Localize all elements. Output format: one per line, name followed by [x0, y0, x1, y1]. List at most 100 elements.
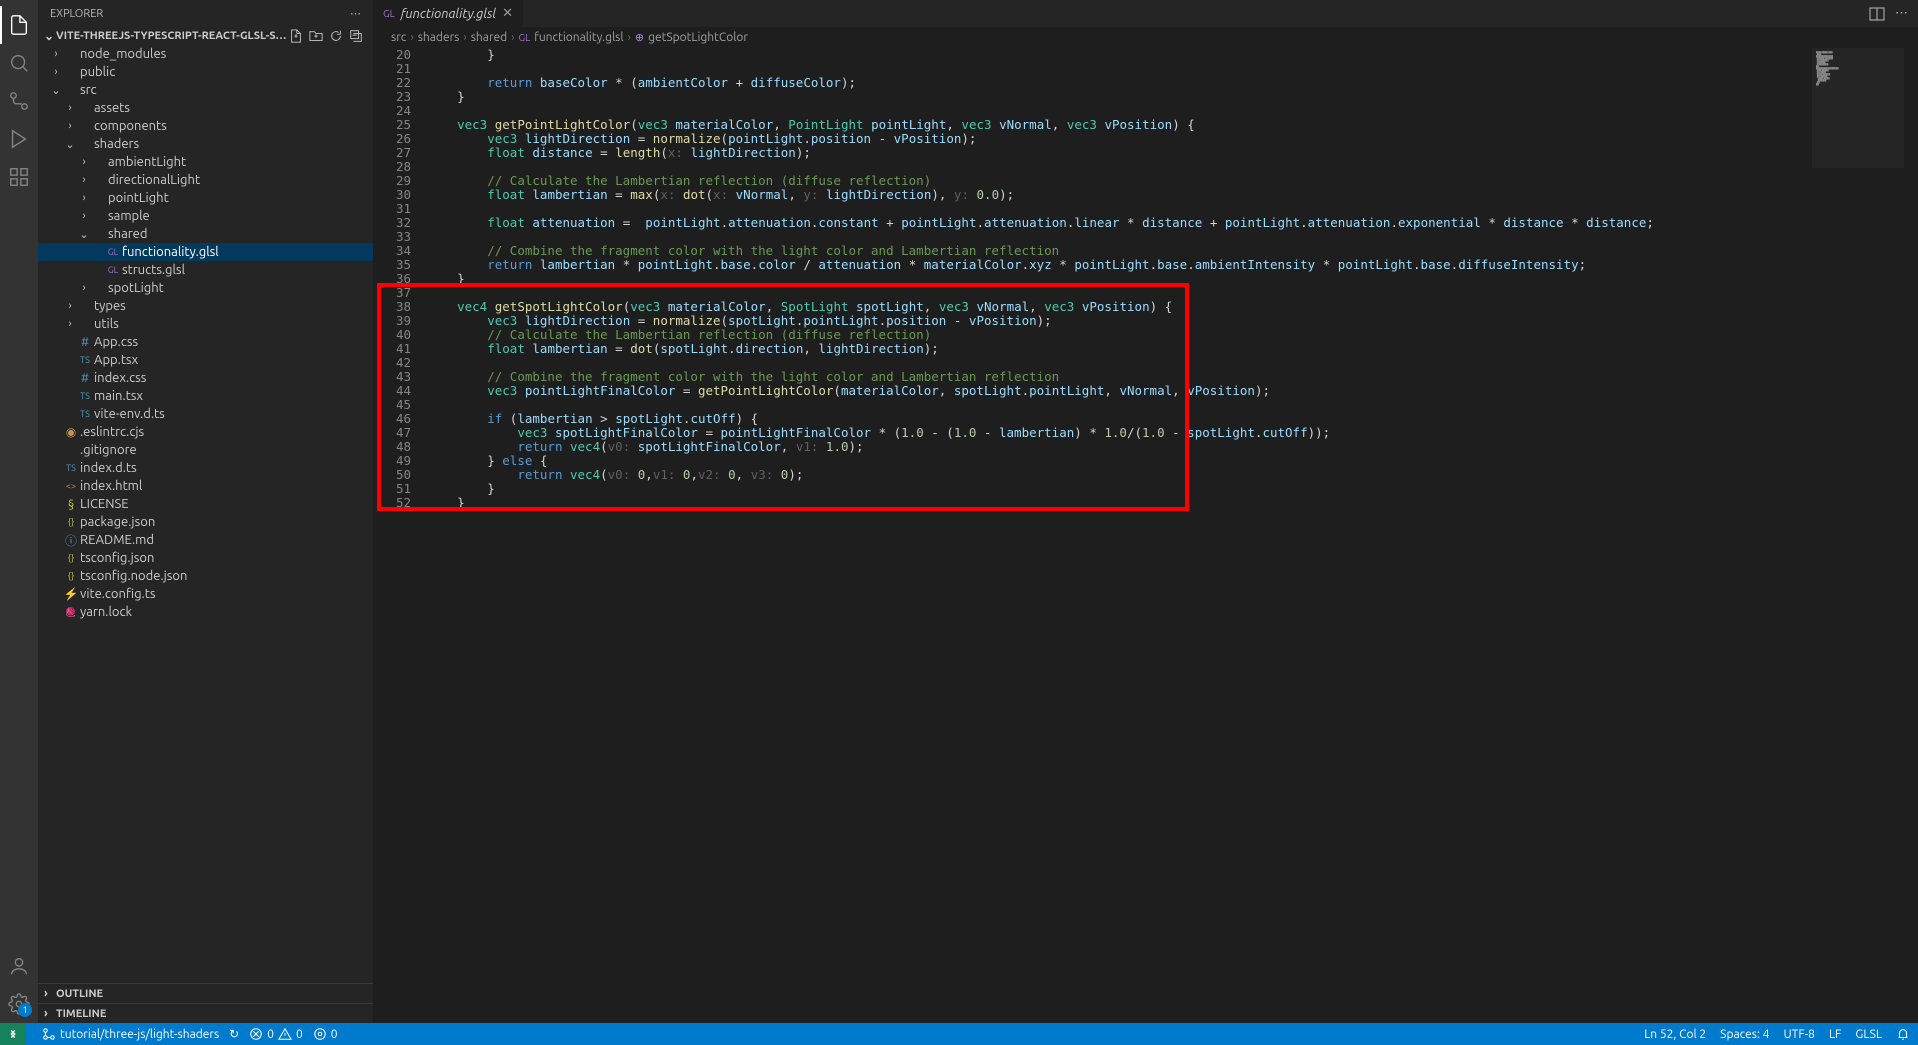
tree-item-public[interactable]: ›public: [38, 63, 373, 81]
code-line[interactable]: }: [427, 90, 1918, 104]
tree-item-utils[interactable]: ›utils: [38, 315, 373, 333]
collapse-all-icon[interactable]: [349, 29, 363, 43]
code-line[interactable]: float lambertian = dot(spotLight.directi…: [427, 342, 1918, 356]
new-file-icon[interactable]: [289, 29, 303, 43]
source-control-activity-icon[interactable]: [0, 82, 38, 120]
indentation-status[interactable]: Spaces: 4: [1720, 1028, 1769, 1041]
minimap[interactable]: ████ ████ ███ ███ ████████████ █████ ███…: [1812, 48, 1904, 168]
remote-indicator[interactable]: [0, 1023, 26, 1045]
tree-item-directionallight[interactable]: ›directionalLight: [38, 171, 373, 189]
tree-item--eslintrc-cjs[interactable]: ◉.eslintrc.cjs: [38, 423, 373, 441]
tree-item-pointlight[interactable]: ›pointLight: [38, 189, 373, 207]
search-activity-icon[interactable]: [0, 44, 38, 82]
tree-item-index-html[interactable]: <>index.html: [38, 477, 373, 495]
tree-item-components[interactable]: ›components: [38, 117, 373, 135]
project-header[interactable]: ⌄ VITE-THREEJS-TYPESCRIPT-REACT-GLSL-STA…: [38, 27, 373, 45]
code-line[interactable]: // Calculate the Lambertian reflection (…: [427, 174, 1918, 188]
account-activity-icon[interactable]: [0, 947, 38, 985]
eol-status[interactable]: LF: [1829, 1028, 1841, 1041]
timeline-panel[interactable]: › TIMELINE: [38, 1003, 373, 1023]
code-line[interactable]: [427, 286, 1918, 300]
tree-item-shaders[interactable]: ⌄shaders: [38, 135, 373, 153]
breadcrumb-segment[interactable]: src: [391, 31, 406, 44]
code-line[interactable]: // Calculate the Lambertian reflection (…: [427, 328, 1918, 342]
code-line[interactable]: return vec4(v0: spotLightFinalColor, v1:…: [427, 440, 1918, 454]
code-line[interactable]: [427, 62, 1918, 76]
sidebar-more-icon[interactable]: ⋯: [350, 7, 361, 20]
code-line[interactable]: vec3 lightDirection = normalize(pointLig…: [427, 132, 1918, 146]
tree-item-vite-env-d-ts[interactable]: TSvite-env.d.ts: [38, 405, 373, 423]
code-line[interactable]: vec3 spotLightFinalColor = pointLightFin…: [427, 426, 1918, 440]
sync-status[interactable]: ↻: [229, 1027, 239, 1041]
code-line[interactable]: vec4 getSpotLightColor(vec3 materialColo…: [427, 300, 1918, 314]
tree-item-tsconfig-json[interactable]: {}tsconfig.json: [38, 549, 373, 567]
code-line[interactable]: // Combine the fragment color with the l…: [427, 244, 1918, 258]
code-line[interactable]: } else {: [427, 454, 1918, 468]
code-line[interactable]: float distance = length(x: lightDirectio…: [427, 146, 1918, 160]
tree-item-shared[interactable]: ⌄shared: [38, 225, 373, 243]
code-line[interactable]: float lambertian = max(x: dot(x: vNormal…: [427, 188, 1918, 202]
branch-status[interactable]: tutorial/three-js/light-shaders: [42, 1027, 219, 1041]
code-line[interactable]: }: [427, 272, 1918, 286]
tree-item-package-json[interactable]: {}package.json: [38, 513, 373, 531]
code-line[interactable]: [427, 202, 1918, 216]
ports-status[interactable]: 0: [313, 1027, 338, 1041]
tree-item-ambientlight[interactable]: ›ambientLight: [38, 153, 373, 171]
more-actions-icon[interactable]: ⋯: [1895, 6, 1908, 21]
split-editor-icon[interactable]: [1869, 6, 1885, 22]
tree-item-license[interactable]: §LICENSE: [38, 495, 373, 513]
tree-item-functionality-glsl[interactable]: GLfunctionality.glsl: [38, 243, 373, 261]
errors-status[interactable]: 0 0: [249, 1027, 303, 1041]
breadcrumb-file[interactable]: functionality.glsl: [534, 31, 623, 44]
code-line[interactable]: [427, 160, 1918, 174]
tree-item-app-css[interactable]: #App.css: [38, 333, 373, 351]
tree-item-spotlight[interactable]: ›spotLight: [38, 279, 373, 297]
run-debug-activity-icon[interactable]: [0, 120, 38, 158]
tree-item-src[interactable]: ⌄src: [38, 81, 373, 99]
code-line[interactable]: }: [427, 482, 1918, 496]
tree-item-readme-md[interactable]: ⓘREADME.md: [38, 531, 373, 549]
breadcrumb[interactable]: src›shaders›shared›GL functionality.glsl…: [373, 27, 1918, 48]
code-editor[interactable]: 2021222324252627282930313233343536373839…: [373, 48, 1918, 1023]
settings-activity-icon[interactable]: 1: [0, 985, 38, 1023]
tree-item-assets[interactable]: ›assets: [38, 99, 373, 117]
language-mode[interactable]: GLSL: [1855, 1028, 1882, 1041]
code-line[interactable]: vec3 lightDirection = normalize(spotLigh…: [427, 314, 1918, 328]
extensions-activity-icon[interactable]: [0, 158, 38, 196]
tree-item-node-modules[interactable]: ›node_modules: [38, 45, 373, 63]
code-line[interactable]: if (lambertian > spotLight.cutOff) {: [427, 412, 1918, 426]
code-line[interactable]: return lambertian * pointLight.base.colo…: [427, 258, 1918, 272]
code-line[interactable]: vec3 getPointLightColor(vec3 materialCol…: [427, 118, 1918, 132]
code-line[interactable]: [427, 356, 1918, 370]
tree-item-app-tsx[interactable]: TSApp.tsx: [38, 351, 373, 369]
breadcrumb-function[interactable]: getSpotLightColor: [648, 31, 748, 44]
code-content[interactable]: } return baseColor * (ambientColor + dif…: [427, 48, 1918, 1023]
code-line[interactable]: [427, 398, 1918, 412]
tree-item--gitignore[interactable]: .gitignore: [38, 441, 373, 459]
tree-item-structs-glsl[interactable]: GLstructs.glsl: [38, 261, 373, 279]
code-line[interactable]: // Combine the fragment color with the l…: [427, 370, 1918, 384]
tree-item-vite-config-ts[interactable]: ⚡vite.config.ts: [38, 585, 373, 603]
code-line[interactable]: float attenuation = pointLight.attenuati…: [427, 216, 1918, 230]
tab-functionality-glsl[interactable]: GL functionality.glsl ✕: [373, 0, 524, 27]
tree-item-types[interactable]: ›types: [38, 297, 373, 315]
code-line[interactable]: [427, 230, 1918, 244]
code-line[interactable]: return vec4(v0: 0,v1: 0,v2: 0, v3: 0);: [427, 468, 1918, 482]
code-line[interactable]: vec3 pointLightFinalColor = getPointLigh…: [427, 384, 1918, 398]
new-folder-icon[interactable]: [309, 29, 323, 43]
notifications-icon[interactable]: [1896, 1027, 1910, 1041]
close-icon[interactable]: ✕: [502, 6, 513, 21]
code-line[interactable]: }: [427, 496, 1918, 510]
explorer-activity-icon[interactable]: [0, 6, 38, 44]
encoding-status[interactable]: UTF-8: [1783, 1028, 1814, 1041]
code-line[interactable]: [427, 104, 1918, 118]
tree-item-main-tsx[interactable]: TSmain.tsx: [38, 387, 373, 405]
refresh-icon[interactable]: [329, 29, 343, 43]
breadcrumb-segment[interactable]: shaders: [418, 31, 460, 44]
code-line[interactable]: return baseColor * (ambientColor + diffu…: [427, 76, 1918, 90]
outline-panel[interactable]: › OUTLINE: [38, 983, 373, 1003]
tree-item-tsconfig-node-json[interactable]: {}tsconfig.node.json: [38, 567, 373, 585]
tree-item-index-d-ts[interactable]: TSindex.d.ts: [38, 459, 373, 477]
breadcrumb-segment[interactable]: shared: [471, 31, 507, 44]
cursor-position[interactable]: Ln 52, Col 2: [1644, 1028, 1706, 1041]
